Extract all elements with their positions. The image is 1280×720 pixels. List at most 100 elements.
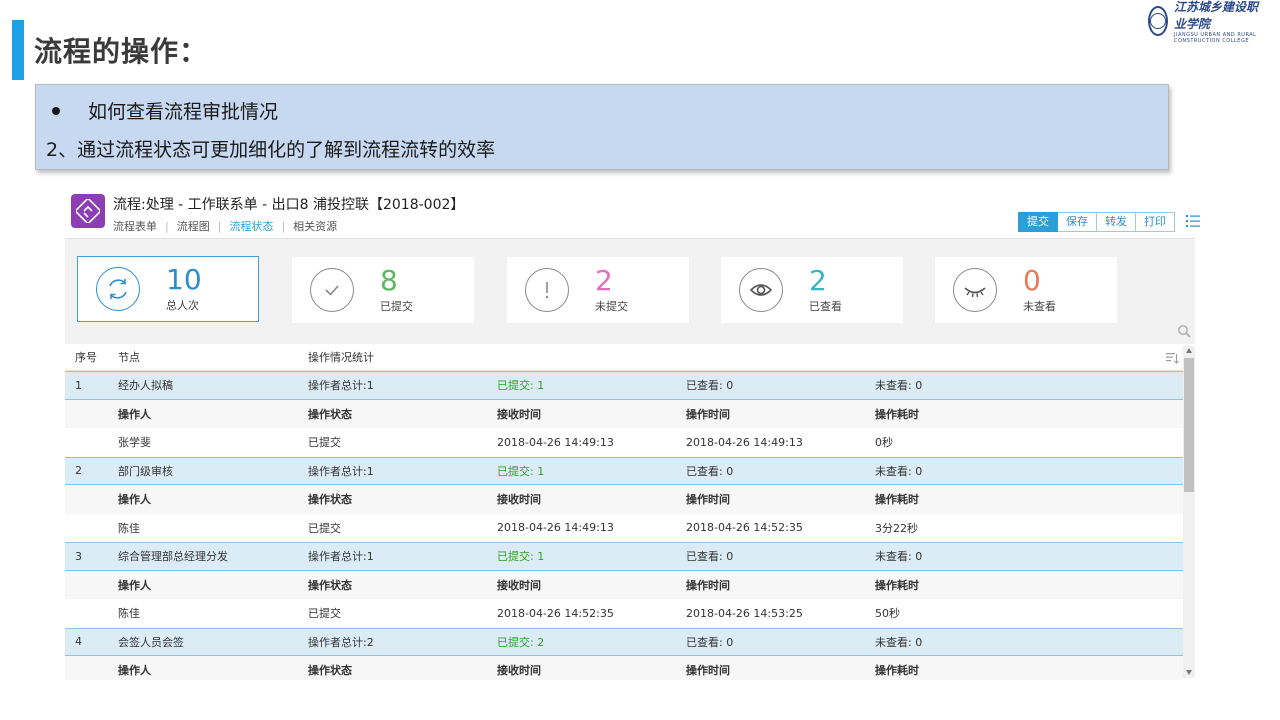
row-total: 操作者总计:2	[308, 635, 374, 649]
detail-operated: 2018-04-26 14:53:25	[686, 606, 803, 620]
row-node: 综合管理部总经理分发	[118, 550, 228, 564]
subheader-duration: 操作耗时	[875, 578, 919, 592]
row-no: 3	[75, 549, 82, 563]
info-box: 如何查看流程审批情况 2、通过流程状态可更加细化的了解到流程流转的效率	[35, 84, 1169, 170]
scroll-up-arrow-icon[interactable]	[1186, 348, 1192, 353]
logo-english-name: JIANGSU URBAN AND RURAL CONSTRUCTION COL…	[1174, 32, 1257, 44]
table-subheader-row: 操作人 操作状态 接收时间 操作时间 操作耗时	[65, 485, 1183, 514]
workflow-title: 流程:处理 - 工作联系单 - 出口8 浦投控联【2018-002】	[113, 197, 465, 213]
detail-duration: 50秒	[875, 607, 900, 621]
table-detail-row[interactable]: 张学斐 已提交 2018-04-26 14:49:13 2018-04-26 1…	[65, 428, 1183, 457]
row-no: 4	[75, 635, 82, 649]
info-line-2: 2、通过流程状态可更加细化的了解到流程流转的效率	[46, 139, 496, 161]
subheader-status: 操作状态	[308, 578, 352, 592]
row-total: 操作者总计:1	[308, 550, 374, 564]
logo-chinese-name: 江苏城乡建设职业学院	[1174, 0, 1259, 31]
row-no: 2	[75, 464, 82, 478]
tab-flowchart[interactable]: 流程图	[177, 218, 210, 234]
sort-icon[interactable]	[1165, 351, 1179, 365]
stat-value-unsubmitted: 2	[595, 264, 613, 297]
subheader-operated: 操作时间	[686, 493, 730, 507]
scroll-down-arrow-icon[interactable]	[1186, 670, 1192, 675]
search-icon[interactable]	[1177, 323, 1191, 338]
detail-received: 2018-04-26 14:49:13	[497, 521, 614, 535]
table-row-group[interactable]: 1 经办人拟稿 操作者总计:1 已提交: 1 已查看: 0 未查看: 0	[65, 371, 1183, 400]
list-menu-icon[interactable]	[1185, 213, 1201, 229]
subheader-duration: 操作耗时	[875, 407, 919, 421]
subheader-operator: 操作人	[118, 578, 151, 592]
detail-operated: 2018-04-26 14:49:13	[686, 435, 803, 449]
stat-value-submitted: 8	[380, 264, 398, 297]
table-detail-row[interactable]: 陈佳 已提交 2018-04-26 14:52:35 2018-04-26 14…	[65, 599, 1183, 628]
row-unviewed: 未查看: 0	[875, 464, 923, 478]
eye-closed-icon	[953, 268, 997, 312]
tab-related-resources[interactable]: 相关资源	[293, 218, 337, 234]
table-header: 序号 节点 操作情况统计	[65, 344, 1183, 371]
subheader-received: 接收时间	[497, 664, 541, 678]
detail-received: 2018-04-26 14:52:35	[497, 606, 614, 620]
row-submitted: 已提交: 1	[497, 464, 545, 478]
workflow-tabs: 流程表单 | 流程图 | 流程状态 | 相关资源	[113, 218, 338, 234]
stat-card-unsubmitted[interactable]: 2 未提交	[507, 257, 689, 323]
title-accent-bar	[12, 20, 24, 80]
workflow-app-icon	[71, 194, 105, 228]
detail-operated: 2018-04-26 14:52:35	[686, 521, 803, 535]
subheader-operated: 操作时间	[686, 664, 730, 678]
college-seal-icon	[1148, 6, 1168, 36]
bullet-dot-icon	[52, 106, 60, 115]
bullet-text: 如何查看流程审批情况	[88, 101, 279, 123]
subheader-status: 操作状态	[308, 664, 352, 678]
table-scrollbar[interactable]	[1183, 346, 1195, 678]
row-total: 操作者总计:1	[308, 464, 374, 478]
stat-label-total: 总人次	[166, 299, 199, 312]
row-node: 会签人员会签	[118, 635, 184, 649]
stat-label-viewed: 已查看	[809, 300, 842, 313]
col-header-no: 序号	[75, 351, 97, 364]
table-row-group[interactable]: 3 综合管理部总经理分发 操作者总计:1 已提交: 1 已查看: 0 未查看: …	[65, 542, 1183, 571]
stat-card-viewed[interactable]: 2 已查看	[721, 257, 903, 323]
subheader-operator: 操作人	[118, 664, 151, 678]
detail-duration: 3分22秒	[875, 521, 918, 535]
table-subheader-row: 操作人 操作状态 接收时间 操作时间 操作耗时	[65, 570, 1183, 599]
tab-flow-status[interactable]: 流程状态	[229, 218, 273, 234]
stat-label-submitted: 已提交	[380, 300, 413, 313]
table-row-group[interactable]: 4 会签人员会签 操作者总计:2 已提交: 2 已查看: 0 未查看: 0	[65, 627, 1183, 656]
subheader-status: 操作状态	[308, 493, 352, 507]
subheader-duration: 操作耗时	[875, 664, 919, 678]
scrollbar-thumb[interactable]	[1184, 358, 1194, 492]
detail-duration: 0秒	[875, 436, 893, 450]
save-button[interactable]: 保存	[1058, 212, 1097, 232]
slide-title: 流程的操作：	[34, 35, 209, 68]
print-button[interactable]: 打印	[1136, 212, 1175, 232]
table-subheader-row: 操作人 操作状态 接收时间 操作时间 操作耗时	[65, 656, 1183, 680]
subheader-status: 操作状态	[308, 407, 352, 421]
stat-card-unviewed[interactable]: 0 未查看	[935, 257, 1117, 323]
eye-open-icon	[739, 268, 783, 312]
row-submitted: 已提交: 1	[497, 550, 545, 564]
tab-form[interactable]: 流程表单	[113, 218, 157, 234]
stat-value-viewed: 2	[809, 264, 827, 297]
col-header-node: 节点	[118, 351, 140, 364]
stat-card-total[interactable]: 10 总人次	[77, 256, 259, 322]
row-node: 经办人拟稿	[118, 379, 173, 393]
forward-button[interactable]: 转发	[1097, 212, 1136, 232]
detail-status: 已提交	[308, 607, 341, 621]
submit-button[interactable]: 提交	[1018, 212, 1058, 232]
row-unviewed: 未查看: 0	[875, 550, 923, 564]
table-detail-row[interactable]: 陈佳 已提交 2018-04-26 14:49:13 2018-04-26 14…	[65, 513, 1183, 542]
row-unviewed: 未查看: 0	[875, 379, 923, 393]
stat-value-total: 10	[166, 263, 202, 296]
col-header-stats: 操作情况统计	[308, 351, 374, 364]
exclamation-circle-icon	[525, 268, 569, 312]
stat-card-submitted[interactable]: 8 已提交	[292, 257, 474, 323]
table-row-group[interactable]: 2 部门级审核 操作者总计:1 已提交: 1 已查看: 0 未查看: 0	[65, 456, 1183, 485]
row-unviewed: 未查看: 0	[875, 635, 923, 649]
stat-value-unviewed: 0	[1023, 264, 1041, 297]
action-button-group: 提交 保存 转发 打印	[1018, 212, 1175, 232]
row-no: 1	[75, 378, 82, 392]
row-submitted: 已提交: 1	[497, 379, 545, 393]
subheader-received: 接收时间	[497, 578, 541, 592]
detail-operator: 陈佳	[118, 607, 140, 621]
subheader-received: 接收时间	[497, 407, 541, 421]
row-total: 操作者总计:1	[308, 379, 374, 393]
